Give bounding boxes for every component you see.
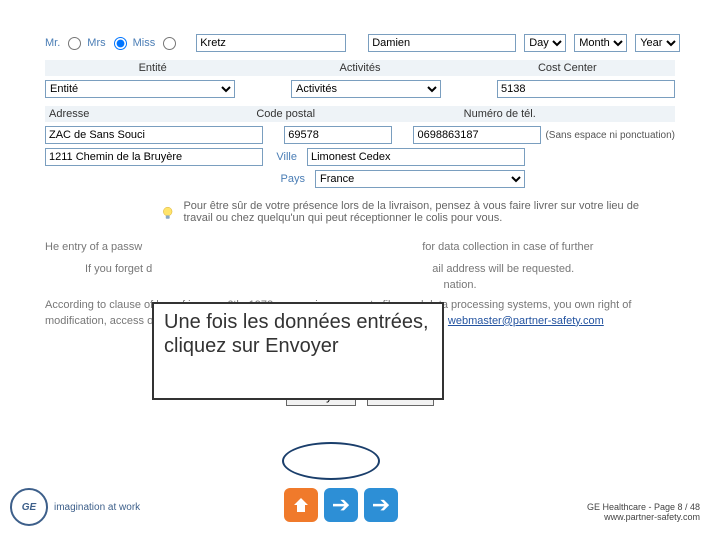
address2-input[interactable] bbox=[45, 148, 263, 166]
send-highlight-ellipse bbox=[282, 442, 380, 480]
pays-select[interactable]: France bbox=[315, 170, 525, 188]
instruction-callout: Une fois les données entrées, cliquez su… bbox=[152, 302, 444, 400]
label-pays: Pays bbox=[281, 173, 305, 185]
radio-miss[interactable] bbox=[163, 37, 176, 50]
section-header-1: Entité Activités Cost Center bbox=[45, 60, 675, 76]
lastname-input[interactable] bbox=[196, 34, 346, 52]
page-indicator: GE Healthcare - Page 8 / 48 bbox=[587, 502, 700, 512]
footer-url: www.partner-safety.com bbox=[587, 512, 700, 522]
label-mrs: Mrs bbox=[87, 37, 105, 49]
entite-select[interactable]: Entité bbox=[45, 80, 235, 98]
year-select[interactable]: Year bbox=[635, 34, 680, 52]
webmaster-link[interactable]: webmaster@partner-safety.com bbox=[448, 315, 604, 327]
firstname-input[interactable] bbox=[368, 34, 516, 52]
label-ville: Ville bbox=[276, 151, 297, 163]
section-header-2: Adresse Code postal Numéro de tél. bbox=[45, 106, 675, 122]
home-nav-button[interactable] bbox=[284, 488, 318, 522]
radio-mrs[interactable] bbox=[114, 37, 127, 50]
ge-tagline: imagination at work bbox=[54, 502, 140, 513]
lightbulb-icon bbox=[160, 200, 175, 226]
month-select[interactable]: Month bbox=[574, 34, 627, 52]
day-select[interactable]: Day bbox=[524, 34, 566, 52]
address1-input[interactable] bbox=[45, 126, 263, 144]
postal-input[interactable] bbox=[284, 126, 392, 144]
ville-input[interactable] bbox=[307, 148, 525, 166]
label-miss: Miss bbox=[133, 37, 156, 49]
activites-select[interactable]: Activités bbox=[291, 80, 441, 98]
label-mr: Mr. bbox=[45, 37, 60, 49]
radio-mr[interactable] bbox=[68, 37, 81, 50]
ge-logo-icon: GE bbox=[10, 488, 48, 526]
tel-input[interactable] bbox=[413, 126, 541, 144]
next-nav-button-1[interactable]: ➔ bbox=[324, 488, 358, 522]
tel-hint: (Sans espace ni ponctuation) bbox=[545, 130, 675, 141]
delivery-tip: Pour être sûr de votre présence lors de … bbox=[183, 200, 645, 224]
next-nav-button-2[interactable]: ➔ bbox=[364, 488, 398, 522]
costcenter-input[interactable] bbox=[497, 80, 675, 98]
